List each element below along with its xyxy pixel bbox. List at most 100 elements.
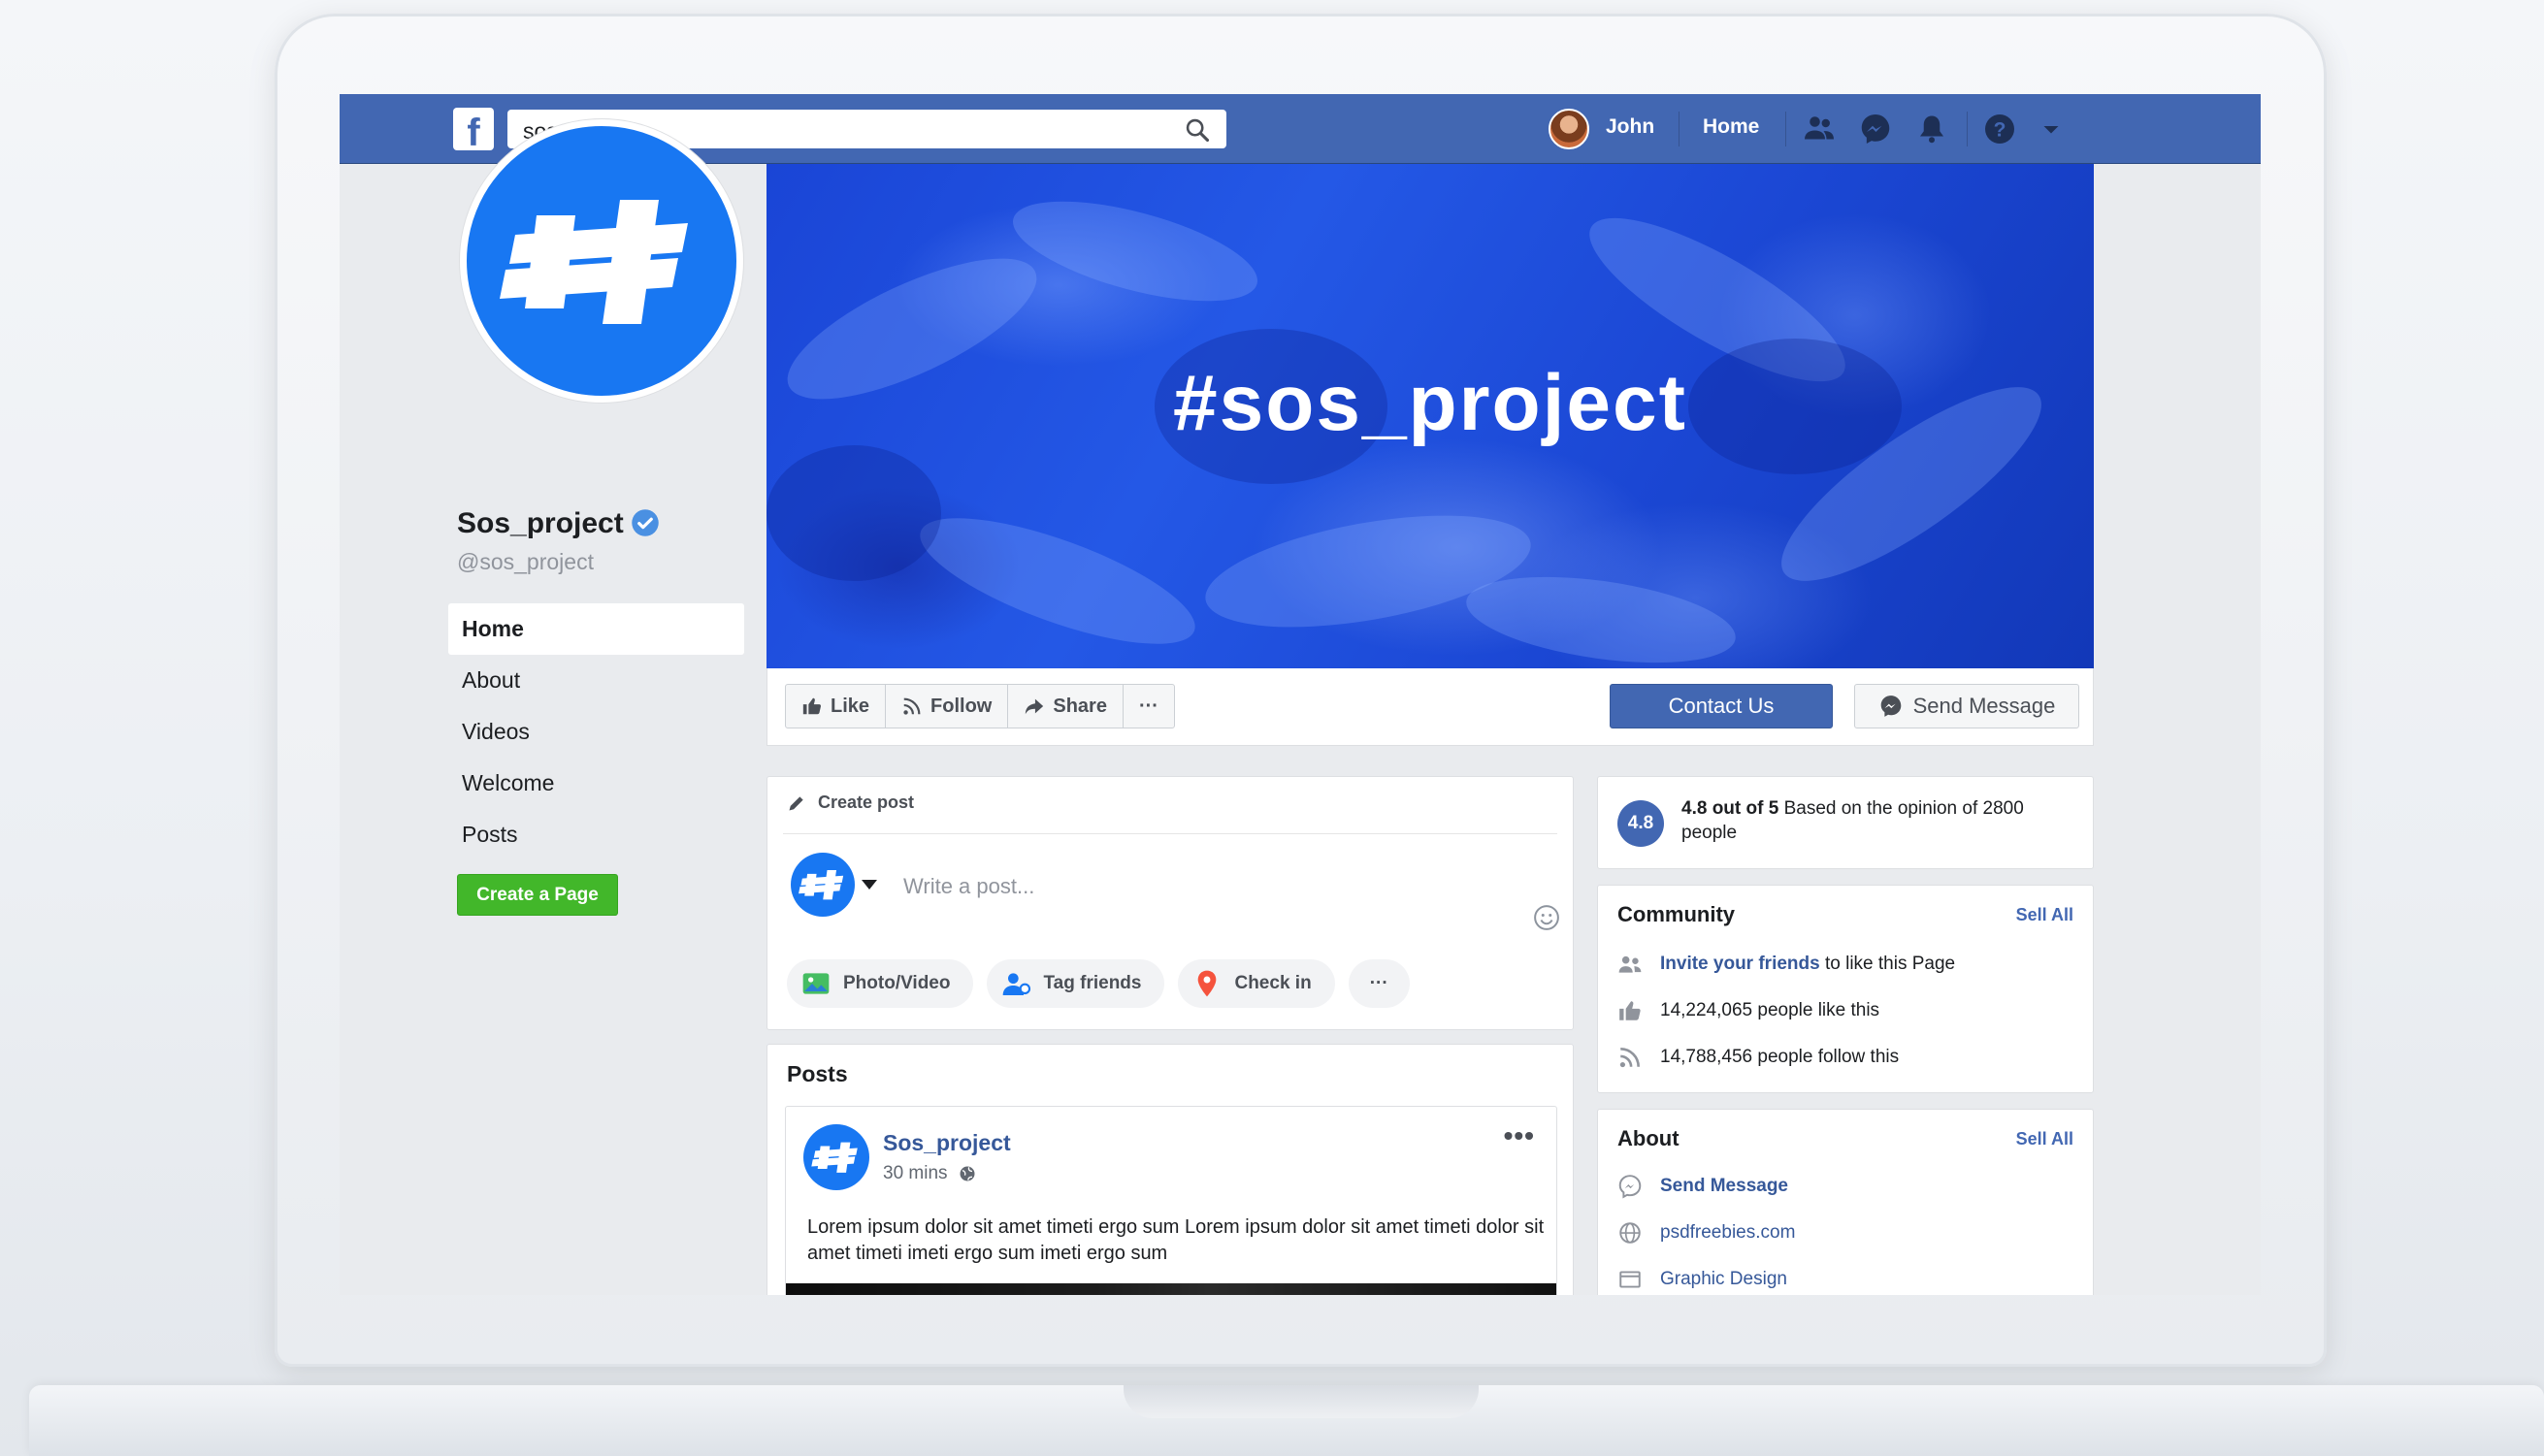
post-item: Sos_project 30 mins ••• Lorem ipsum dolo… [785, 1106, 1557, 1295]
post-timestamp[interactable]: 30 mins [883, 1163, 948, 1184]
follow-label: Follow [930, 695, 993, 717]
about-card: About Sell All Send Message psdfreebies.… [1597, 1109, 2094, 1295]
send-message-label: Send Message [1912, 694, 2056, 718]
post-options-menu[interactable]: ••• [1504, 1120, 1535, 1151]
home-link[interactable]: Home [1703, 115, 1759, 139]
follows-count: 14,788,456 people follow this [1660, 1047, 1900, 1067]
sidebar-item-posts[interactable]: Posts [448, 809, 744, 860]
tag-friends-label: Tag friends [1043, 973, 1142, 993]
messenger-icon[interactable] [1858, 112, 1893, 146]
category-icon [1619, 1271, 1641, 1288]
cover-title: #sos_project [1173, 359, 1687, 447]
post-image[interactable] [786, 1283, 1556, 1295]
community-see-all-link[interactable]: Sell All [2016, 905, 2073, 925]
invite-friends-row: Invite your friends to like this Page [1617, 952, 1955, 977]
community-card: Community Sell All Invite your friends t… [1597, 885, 2094, 1093]
sidebar-item-videos[interactable]: Videos [448, 706, 744, 758]
photo-video-button[interactable]: Photo/Video [787, 959, 974, 1008]
hashtag-logo-icon [811, 1142, 858, 1173]
emoji-icon[interactable] [1532, 903, 1561, 932]
laptop-notch [1124, 1385, 1479, 1418]
dropdown-caret-icon[interactable] [2034, 112, 2069, 146]
search-icon[interactable] [1184, 116, 1211, 144]
sidebar-item-home[interactable]: Home [448, 603, 744, 655]
share-button[interactable]: Share [1008, 685, 1124, 728]
contact-us-button[interactable]: Contact Us [1610, 684, 1833, 728]
post-body-text: Lorem ipsum dolor sit amet timeti ergo s… [807, 1216, 1545, 1264]
like-label: Like [831, 695, 870, 717]
page-handle: @sos_project [457, 549, 594, 574]
messenger-icon [1880, 696, 1901, 717]
page-title: Sos_project [457, 507, 624, 539]
send-message-button[interactable]: Send Message [1854, 684, 2079, 728]
invite-friends-icon [1618, 955, 1642, 973]
thumbs-up-icon [802, 697, 822, 715]
divider [783, 833, 1557, 834]
photo-video-label: Photo/Video [843, 973, 951, 993]
like-button[interactable]: Like [786, 685, 887, 728]
invite-friends-link[interactable]: Invite your friends [1660, 954, 1820, 974]
likes-count: 14,224,065 people like this [1660, 1000, 1880, 1020]
page-sidebar-nav: Home About Videos Welcome Posts [448, 603, 744, 860]
chevron-down-icon[interactable] [862, 880, 877, 890]
more-post-options-button[interactable]: ··· [1348, 959, 1410, 1008]
about-see-all-link[interactable]: Sell All [2016, 1129, 2073, 1149]
page-action-group: Like Follow Share ··· [785, 684, 1175, 728]
nav-separator [1967, 112, 1968, 146]
nav-separator [1679, 112, 1680, 146]
user-avatar[interactable] [1549, 109, 1589, 149]
post-author-avatar[interactable] [803, 1124, 869, 1190]
post-meta: 30 mins [883, 1163, 977, 1184]
follow-button[interactable]: Follow [886, 685, 1009, 728]
create-post-header[interactable]: Create post [787, 793, 914, 813]
user-name-link[interactable]: John [1606, 115, 1654, 139]
notifications-icon[interactable] [1914, 112, 1949, 146]
posts-title: Posts [787, 1061, 848, 1086]
more-actions-button[interactable]: ··· [1124, 685, 1174, 728]
website-row: psdfreebies.com [1617, 1220, 1795, 1246]
sidebar-item-welcome[interactable]: Welcome [448, 758, 744, 809]
thumbs-up-icon [1619, 1001, 1641, 1020]
about-send-message-row: Send Message [1617, 1174, 1788, 1199]
community-title: Community [1617, 902, 1735, 926]
check-in-button[interactable]: Check in [1178, 959, 1335, 1008]
globe-icon [960, 1166, 975, 1181]
likes-row: 14,224,065 people like this [1617, 998, 1879, 1023]
sidebar-item-about[interactable]: About [448, 655, 744, 706]
pencil-icon [789, 795, 803, 810]
follows-row: 14,788,456 people follow this [1617, 1045, 1899, 1070]
rating-score: 4.8 out of 5 [1681, 798, 1779, 819]
category-link[interactable]: Graphic Design [1660, 1269, 1787, 1290]
rating-summary: 4.8 out of 5 Based on the opinion of 280… [1681, 796, 2079, 845]
page-profile-picture[interactable] [460, 119, 743, 403]
create-page-button[interactable]: Create a Page [457, 874, 618, 916]
hashtag-logo-icon [500, 200, 688, 324]
check-in-label: Check in [1234, 973, 1312, 993]
rss-follow-icon [903, 697, 921, 715]
poster-avatar[interactable] [791, 853, 855, 917]
help-icon[interactable]: ? [1982, 112, 2017, 146]
tag-friends-button[interactable]: Tag friends [987, 959, 1165, 1008]
website-link[interactable]: psdfreebies.com [1660, 1222, 1795, 1244]
create-post-label: Create post [818, 793, 915, 812]
rss-follow-icon [1619, 1048, 1640, 1068]
about-send-message-link[interactable]: Send Message [1660, 1176, 1788, 1197]
invite-friends-text: to like this Page [1824, 954, 1956, 974]
create-post-card: Create post Write a post... Photo/Video … [766, 776, 1574, 1030]
category-row: Graphic Design [1617, 1267, 1787, 1292]
post-author-link[interactable]: Sos_project [883, 1130, 1011, 1156]
rating-badge: 4.8 [1617, 800, 1664, 847]
more-actions-label: ··· [1138, 695, 1158, 717]
friends-icon[interactable] [1802, 112, 1837, 146]
nav-separator [1785, 112, 1786, 146]
about-title: About [1617, 1126, 1680, 1150]
cover-photo[interactable]: #sos_project [766, 164, 2094, 668]
hashtag-logo-icon [799, 870, 844, 900]
share-label: Share [1053, 695, 1107, 717]
tag-friends-icon [1003, 973, 1031, 995]
facebook-page-screen: f sos project John Home ? [340, 94, 2261, 1295]
write-post-input[interactable]: Write a post... [903, 874, 1034, 899]
check-in-icon [1198, 970, 1217, 997]
messenger-icon [1618, 1175, 1642, 1199]
share-arrow-icon [1026, 698, 1044, 715]
